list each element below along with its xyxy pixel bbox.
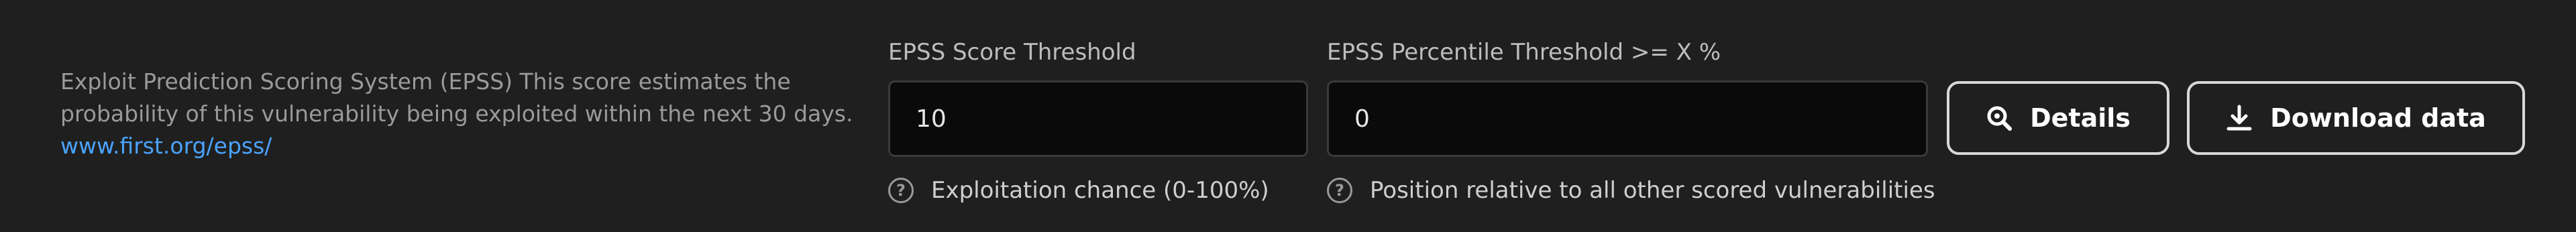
epss-description: Exploit Prediction Scoring System (EPSS)…: [60, 66, 865, 162]
download-data-button[interactable]: Download data: [2187, 81, 2525, 155]
percentile-threshold-hint: ? Position relative to all other scored …: [1327, 177, 1935, 204]
percentile-threshold-input[interactable]: [1327, 80, 1928, 157]
question-circle-icon: ?: [1327, 178, 1352, 203]
epss-filter-bar: Exploit Prediction Scoring System (EPSS)…: [0, 0, 2576, 232]
epss-info-link[interactable]: www.first.org/epss/: [60, 133, 272, 159]
score-threshold-label: EPSS Score Threshold: [888, 39, 1136, 66]
download-data-button-label: Download data: [2270, 103, 2486, 133]
download-icon: [2226, 105, 2253, 131]
question-circle-icon: ?: [888, 178, 914, 203]
search-details-icon: [1986, 105, 2012, 131]
score-threshold-input[interactable]: [888, 80, 1308, 157]
epss-description-line-1: Exploit Prediction Scoring System (EPSS)…: [60, 68, 791, 95]
percentile-threshold-hint-text: Position relative to all other scored vu…: [1370, 177, 1935, 204]
epss-description-line-2: probability of this vulnerability being …: [60, 101, 853, 127]
details-button-label: Details: [2030, 103, 2131, 133]
score-threshold-hint: ? Exploitation chance (0-100%): [888, 177, 1269, 204]
score-threshold-hint-text: Exploitation chance (0-100%): [931, 177, 1269, 204]
percentile-threshold-label: EPSS Percentile Threshold >= X %: [1327, 39, 1721, 66]
details-button[interactable]: Details: [1947, 81, 2169, 155]
